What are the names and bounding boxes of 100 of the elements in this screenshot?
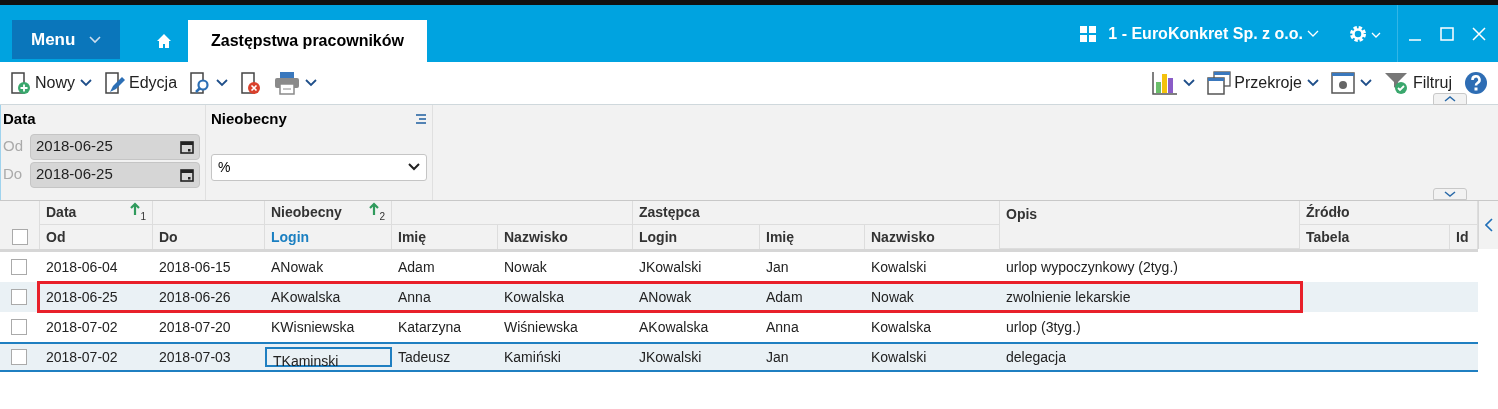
windows-icon <box>1207 71 1232 95</box>
expand-button[interactable] <box>1433 188 1467 200</box>
table-cell-text: urlop (3tyg.) <box>1005 317 1082 337</box>
grid-icon[interactable] <box>1080 25 1097 42</box>
add-document-icon <box>10 71 32 95</box>
checkbox[interactable] <box>11 259 27 275</box>
to-label: Do <box>3 164 24 185</box>
chevron-down-icon <box>216 79 229 87</box>
filter-icon <box>1383 71 1410 95</box>
checkbox[interactable] <box>11 229 28 245</box>
filter-label: Data <box>3 109 37 129</box>
table-cell-text: Nowak <box>503 257 548 277</box>
from-label: Od <box>3 136 24 157</box>
new-button[interactable]: Nowy <box>10 68 75 98</box>
column-header[interactable]: Login <box>633 225 760 249</box>
table-cell-text: Kamiński <box>503 347 562 367</box>
table-cell-text: JKowalski <box>638 347 703 367</box>
checkbox[interactable] <box>11 349 27 365</box>
chevron-down-icon <box>89 35 102 44</box>
selected-row[interactable]: 2018-07-02 2018-07-03 TKaminski Tadeusz Kamiński JKowalski Jan Kowalski delegacja <box>0 342 1478 372</box>
table-cell-text: Jan <box>765 347 790 367</box>
table-cell-text: Kowalska <box>503 287 565 307</box>
dropdown-field[interactable]: % <box>211 153 427 181</box>
date-field[interactable]: 2018-06-25 <box>30 161 200 188</box>
table-cell-text: Jan <box>765 257 790 277</box>
table-cell-text: 2018-07-02 <box>45 317 119 337</box>
menu-button[interactable]: Menu <box>12 20 120 59</box>
checkbox[interactable] <box>11 319 27 335</box>
table-cell-text: ANowak <box>270 257 325 277</box>
chevron-down-icon <box>305 79 318 87</box>
help-icon <box>1464 71 1488 95</box>
column-header[interactable]: Nazwisko <box>498 225 633 249</box>
table-cell-text: 2018-06-15 <box>158 257 232 277</box>
calendar-icon[interactable] <box>180 139 194 154</box>
column-header[interactable]: Od <box>40 225 153 249</box>
column-header[interactable]: Nazwisko <box>865 225 1000 249</box>
table-cell-text: 2018-06-04 <box>45 257 119 277</box>
list-options-icon[interactable] <box>415 114 427 125</box>
chevron-up-icon <box>1444 96 1456 102</box>
chevron-down-icon <box>1359 79 1372 87</box>
collapse-button[interactable] <box>1433 93 1467 105</box>
printer-icon <box>274 71 301 95</box>
table-cell-text: AKowalska <box>638 317 710 337</box>
column-header[interactable]: Tabela <box>1300 225 1450 249</box>
table-cell-text: KWisniewska <box>270 317 356 337</box>
delete-document-icon <box>240 71 263 95</box>
table-cell-text: Katarzyna <box>397 317 463 337</box>
table-cell-text: Adam <box>765 287 804 307</box>
table-cell-text: Wiśniewska <box>503 317 579 337</box>
table-cell-text: Kowalski <box>870 347 928 367</box>
calendar-icon[interactable] <box>180 167 194 182</box>
chevron-down-icon <box>1307 29 1319 38</box>
filter-label: Nieobecny <box>211 109 287 129</box>
table-cell: TKaminski <box>265 347 392 367</box>
column-header[interactable]: Do <box>153 225 265 249</box>
table-cell-text: Anna <box>765 317 800 337</box>
table-cell-text: 2018-07-03 <box>158 347 232 367</box>
group-header: Opis <box>1006 205 1038 224</box>
column-header[interactable]: Login <box>265 225 392 249</box>
chevron-down-icon <box>1444 191 1456 197</box>
bar-chart-icon <box>1152 71 1179 95</box>
close-icon[interactable] <box>1472 26 1486 41</box>
column-header[interactable]: Imię <box>392 225 498 249</box>
views-button[interactable]: Przekroje <box>1207 68 1302 98</box>
table-cell-text: 2018-07-20 <box>158 317 232 337</box>
chevron-down-icon <box>80 79 92 87</box>
table-cell-text: 2018-06-25 <box>45 287 119 307</box>
table-cell-text: delegacja <box>1005 347 1067 367</box>
checkbox[interactable] <box>11 289 27 305</box>
home-icon <box>156 33 172 49</box>
settings-icon[interactable] <box>1349 23 1383 44</box>
group-header: Źródło <box>1306 203 1350 222</box>
group-header: Zastępca <box>639 203 700 222</box>
table-cell-text: zwolnienie lekarskie <box>1005 287 1132 307</box>
table-cell-text: 2018-06-26 <box>158 287 232 307</box>
date-field[interactable]: 2018-06-25 <box>30 133 200 160</box>
table-cell-text: AKowalska <box>270 287 342 307</box>
group-header: Data <box>46 203 77 222</box>
tab[interactable]: Zastępstwa pracowników <box>188 20 427 62</box>
chevron-down-icon <box>1306 79 1319 87</box>
table-cell-text: Adam <box>397 257 436 277</box>
chevron-down-icon <box>1183 79 1196 87</box>
column-header[interactable]: Imię <box>760 225 865 249</box>
table-cell-text: Tadeusz <box>397 347 452 367</box>
sort-indicator[interactable]: 2 <box>369 201 385 224</box>
table-cell-text: Kowalski <box>870 257 928 277</box>
edit-document-icon <box>104 71 126 95</box>
table-cell-text: 2018-07-02 <box>45 347 119 367</box>
table-cell-text: Anna <box>397 287 432 307</box>
window-gear-icon <box>1330 71 1355 95</box>
table-cell-text: urlop wypoczynkowy (2tyg.) <box>1005 257 1179 277</box>
table-cell-text: Nowak <box>870 287 915 307</box>
edit-button[interactable]: Edycja <box>104 68 178 98</box>
table-cell-text: Kowalska <box>870 317 932 337</box>
sort-indicator[interactable]: 1 <box>130 201 146 224</box>
chevron-left-icon[interactable] <box>1484 218 1493 232</box>
table-cell-text: JKowalski <box>638 257 703 277</box>
chevron-down-icon <box>408 163 420 171</box>
table-cell-text: ANowak <box>638 287 693 307</box>
group-header: Nieobecny <box>271 203 342 222</box>
